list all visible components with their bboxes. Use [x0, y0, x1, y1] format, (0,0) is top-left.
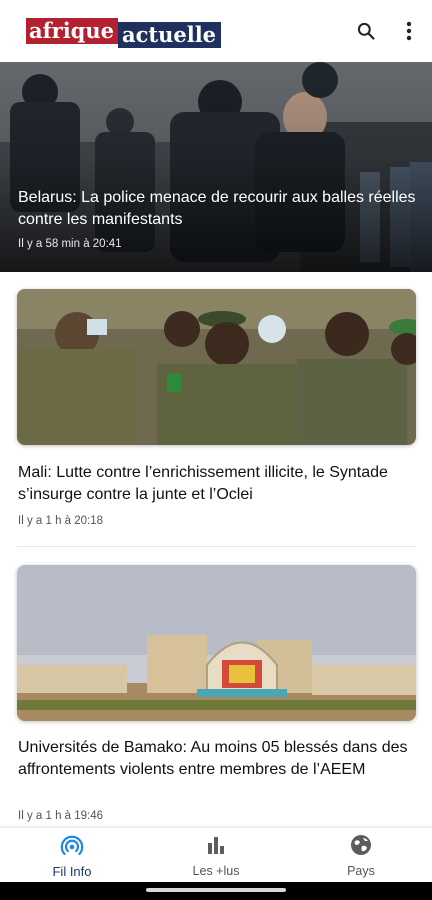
nav-label: Pays	[347, 864, 375, 878]
bar-chart-icon	[205, 834, 227, 861]
home-gesture-handle[interactable]	[146, 888, 286, 892]
nav-label: Fil Info	[52, 864, 92, 879]
hero-timestamp: Il y a 58 min à 20:41	[18, 238, 122, 250]
broadcast-icon	[60, 834, 84, 861]
nav-label: Les +lus	[192, 864, 240, 878]
hero-article[interactable]: Belarus: La police menace de recourir au…	[0, 62, 432, 272]
nav-pays[interactable]: Pays	[306, 834, 416, 880]
system-nav-bar	[0, 882, 432, 900]
nav-fil-info[interactable]: Fil Info	[17, 834, 127, 880]
bottom-nav: Fil Info Les +lus Pays	[0, 828, 432, 882]
app-bar: afrique actuelle	[0, 0, 432, 62]
article-timestamp: Il y a 1 h à 20:18	[18, 515, 104, 527]
app-logo[interactable]: afrique actuelle	[26, 18, 222, 48]
divider	[17, 546, 416, 547]
nav-les-plus[interactable]: Les +lus	[161, 834, 271, 880]
globe-icon	[350, 834, 372, 861]
article-image-mali[interactable]	[17, 289, 416, 445]
hero-title[interactable]: Belarus: La police menace de recourir au…	[18, 187, 418, 231]
article-title[interactable]: Universités de Bamako: Au moins 05 bless…	[18, 737, 418, 781]
logo-afrique: afrique	[26, 18, 118, 44]
article-title[interactable]: Mali: Lutte contre l’enrichissement illi…	[18, 462, 418, 506]
article-photo	[17, 289, 416, 445]
more-vert-icon[interactable]	[397, 18, 421, 44]
search-icon[interactable]	[354, 18, 378, 44]
article-timestamp: Il y a 1 h à 19:46	[18, 810, 104, 822]
article-photo	[17, 565, 416, 721]
article-image-bamako[interactable]	[17, 565, 416, 721]
logo-actuelle: actuelle	[118, 22, 222, 48]
